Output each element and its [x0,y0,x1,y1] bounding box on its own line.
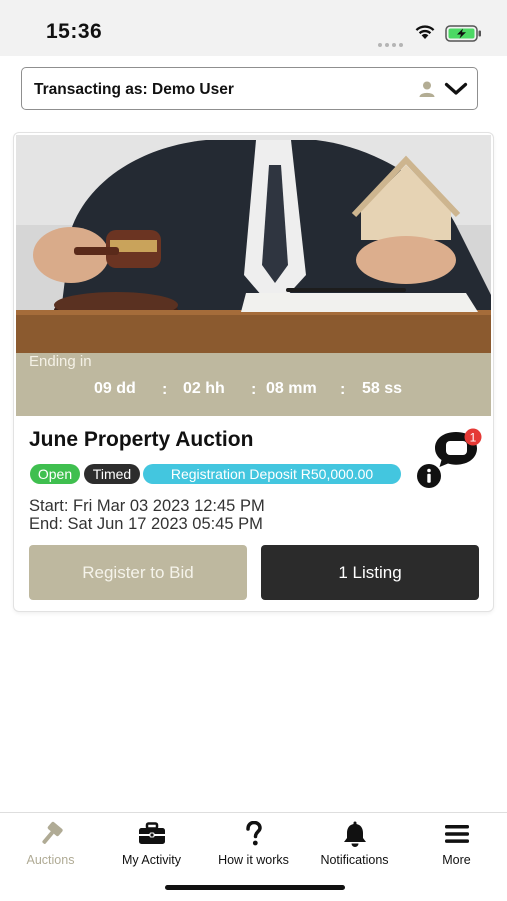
tab-label: Auctions [26,853,75,867]
gavel-icon [41,821,63,844]
auction-title: June Property Auction [29,428,254,451]
user-icon [419,81,435,97]
tab-label: How it works [218,853,289,867]
listing-button[interactable]: 1 Listing [261,545,479,600]
countdown-hours: 02 hh [183,380,225,397]
home-indicator[interactable] [165,885,345,890]
countdown-separator: : [251,381,257,398]
question-icon [245,821,262,846]
chevron-down-icon[interactable] [444,82,468,96]
register-to-bid-button[interactable]: Register to Bid [29,545,247,600]
info-icon[interactable] [416,463,442,489]
auction-start: Start: Fri Mar 03 2023 12:45 PM [29,497,265,515]
auction-card[interactable]: Ending in 09 dd : 02 hh : 08 mm : 58 ss … [14,133,493,611]
tab-notifications[interactable]: Notifications [304,819,405,867]
countdown-seconds: 58 ss [362,380,403,397]
wifi-icon [415,25,435,39]
tab-more[interactable]: More [406,819,507,867]
battery-icon [445,25,481,42]
bell-icon [343,821,366,847]
tab-label: More [442,853,471,867]
tab-auctions[interactable]: Auctions [0,819,101,867]
account-label: Transacting as: Demo User [34,81,234,98]
tab-label: My Activity [121,853,182,867]
tab-my-activity[interactable]: My Activity [101,819,202,867]
countdown-panel: Ending in 09 dd : 02 hh : 08 mm : 58 ss [16,353,491,416]
status-badge-timed: Timed [84,464,140,484]
status-bar: 15:36 [0,0,507,56]
cellular-signal-icon [378,34,406,52]
tab-label: Notifications [320,853,389,867]
status-badge-open: Open [30,464,80,484]
auction-end: End: Sat Jun 17 2023 05:45 PM [29,515,263,533]
auction-hero-image [16,135,491,353]
tab-how-it-works[interactable]: How it works [203,819,304,867]
countdown-separator: : [162,381,168,398]
status-time: 15:36 [46,20,103,43]
briefcase-icon [138,822,165,844]
countdown-separator: : [340,381,346,398]
notification-count: 1 [470,431,477,445]
countdown-days: 09 dd [94,380,136,397]
countdown-minutes: 08 mm [266,380,317,397]
account-selector[interactable]: Transacting as: Demo User [21,67,478,110]
menu-icon [444,825,469,843]
ending-label: Ending in [29,353,92,370]
deposit-badge: Registration Deposit R50,000.00 [143,464,401,484]
